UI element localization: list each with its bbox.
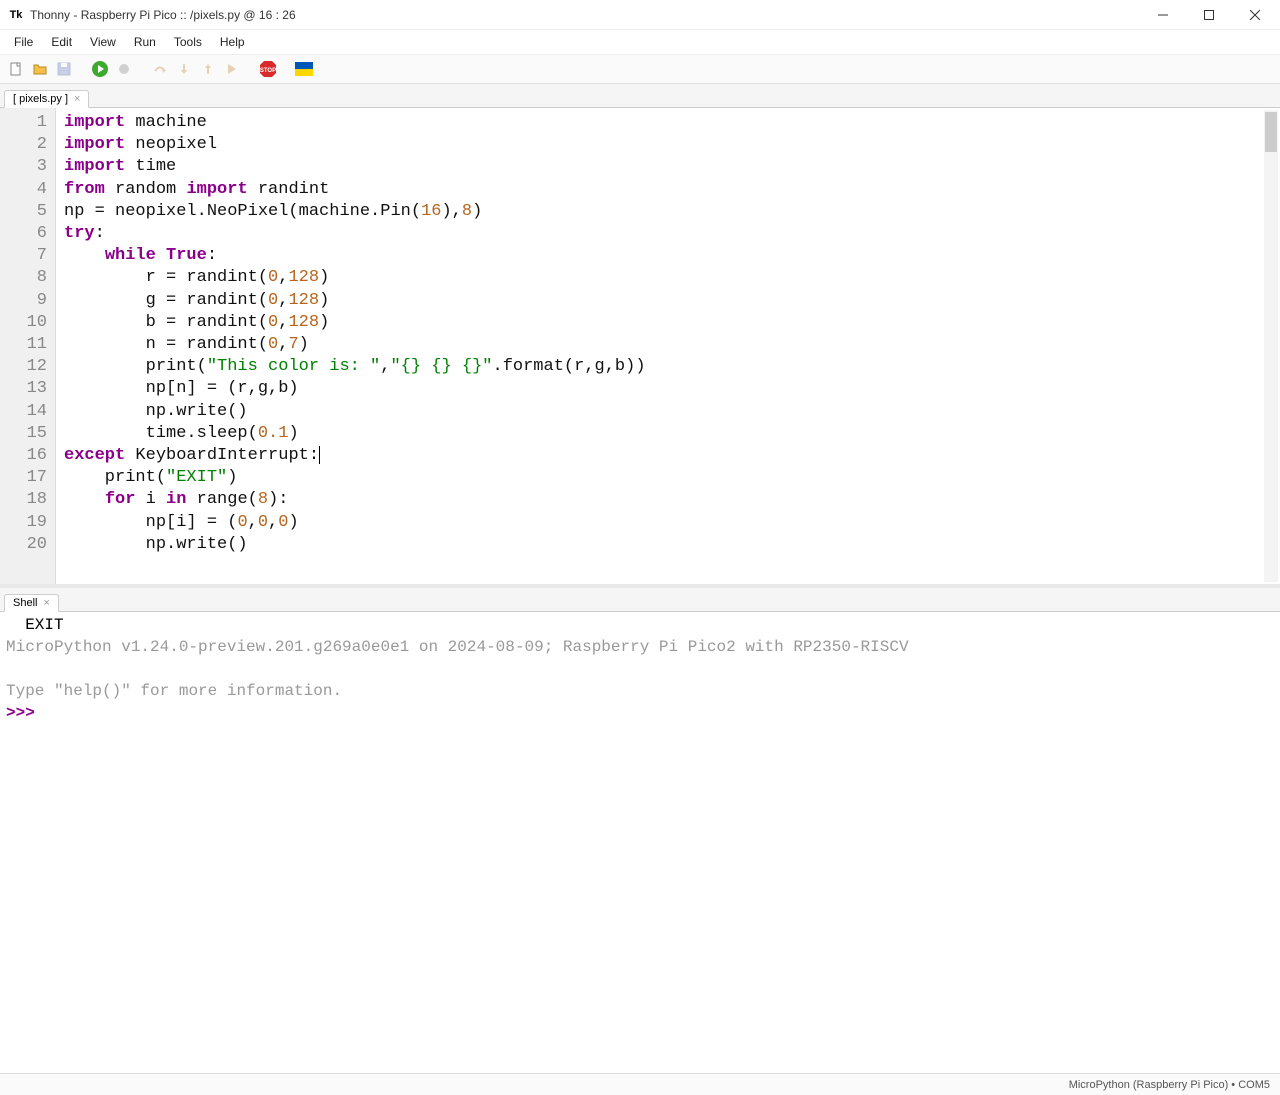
title-bar: Tk Thonny - Raspberry Pi Pico :: /pixels… — [0, 0, 1280, 30]
text-cursor — [319, 446, 320, 464]
tab-close-icon[interactable]: × — [74, 93, 80, 105]
scrollbar-thumb[interactable] — [1265, 112, 1277, 152]
menu-file[interactable]: File — [6, 33, 41, 51]
svg-text:STOP: STOP — [260, 68, 276, 74]
editor-tab-bar: [ pixels.py ] × — [0, 84, 1280, 108]
toolbar: STOP — [0, 54, 1280, 84]
resume-icon[interactable] — [222, 59, 242, 79]
code-editor[interactable]: 1234567891011121314151617181920 import m… — [0, 108, 1280, 588]
editor-scrollbar[interactable] — [1264, 110, 1278, 582]
tab-label: [ pixels.py ] — [13, 93, 68, 105]
maximize-button[interactable] — [1186, 0, 1232, 30]
step-out-icon[interactable] — [198, 59, 218, 79]
window-controls — [1140, 0, 1278, 30]
menu-bar: File Edit View Run Tools Help — [0, 30, 1280, 54]
save-file-icon[interactable] — [54, 59, 74, 79]
open-file-icon[interactable] — [30, 59, 50, 79]
run-icon[interactable] — [90, 59, 110, 79]
new-file-icon[interactable] — [6, 59, 26, 79]
menu-tools[interactable]: Tools — [166, 33, 210, 51]
stop-icon[interactable]: STOP — [258, 59, 278, 79]
shell-panel[interactable]: EXIT MicroPython v1.24.0-preview.201.g26… — [0, 612, 1280, 1073]
shell-tab-close-icon[interactable]: × — [43, 597, 49, 609]
menu-edit[interactable]: Edit — [43, 33, 80, 51]
code-area[interactable]: import machine import neopixel import ti… — [56, 108, 1280, 584]
menu-help[interactable]: Help — [212, 33, 253, 51]
line-number-gutter: 1234567891011121314151617181920 — [0, 108, 56, 584]
shell-prompt: >>> — [6, 704, 44, 722]
interpreter-status[interactable]: MicroPython (Raspberry Pi Pico) • COM5 — [1069, 1079, 1270, 1091]
shell-tab-bar: Shell × — [0, 588, 1280, 612]
close-button[interactable] — [1232, 0, 1278, 30]
tab-pixels-py[interactable]: [ pixels.py ] × — [4, 90, 89, 108]
tab-shell[interactable]: Shell × — [4, 594, 59, 612]
minimize-button[interactable] — [1140, 0, 1186, 30]
step-into-icon[interactable] — [174, 59, 194, 79]
shell-tab-label: Shell — [13, 597, 37, 609]
ukraine-flag-icon[interactable] — [294, 59, 314, 79]
step-over-icon[interactable] — [150, 59, 170, 79]
menu-run[interactable]: Run — [126, 33, 164, 51]
window-title: Thonny - Raspberry Pi Pico :: /pixels.py… — [30, 8, 296, 22]
debug-icon[interactable] — [114, 59, 134, 79]
shell-banner: MicroPython v1.24.0-preview.201.g269a0e0… — [6, 638, 909, 656]
menu-view[interactable]: View — [82, 33, 124, 51]
app-icon: Tk — [8, 7, 24, 23]
shell-output: EXIT — [6, 616, 64, 634]
status-bar: MicroPython (Raspberry Pi Pico) • COM5 — [0, 1073, 1280, 1095]
